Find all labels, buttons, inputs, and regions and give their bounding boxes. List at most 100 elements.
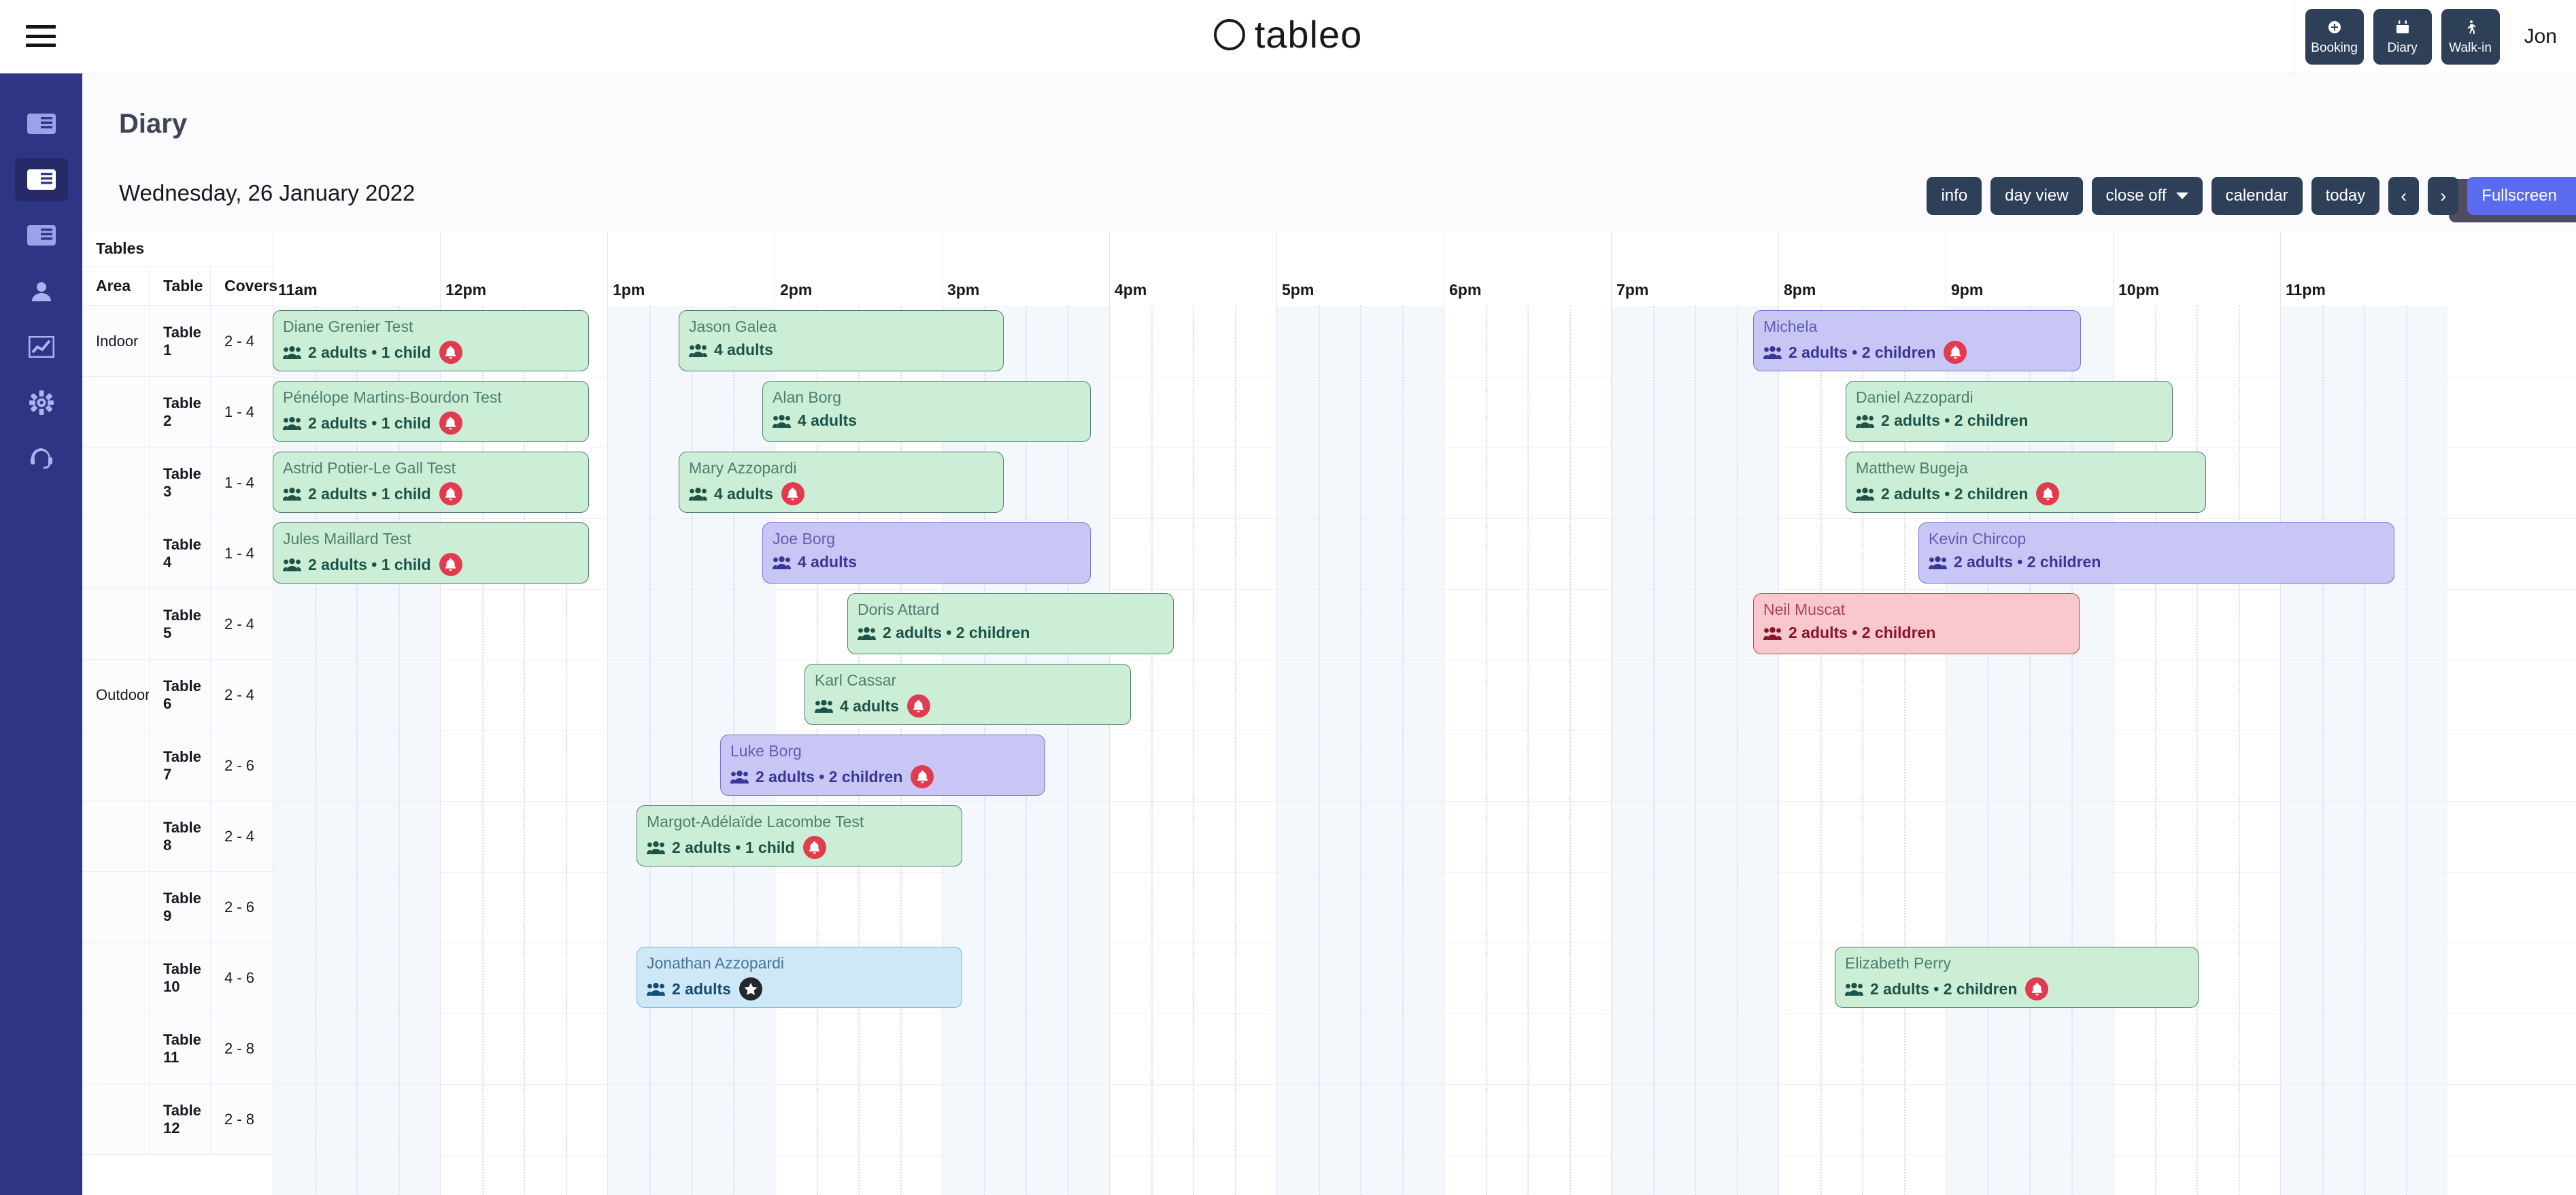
people-icon <box>773 556 791 569</box>
brand-logo: tableo <box>0 12 2576 56</box>
booking-card[interactable]: Astrid Potier-Le Gall Test 2 adults • 1 c… <box>273 452 589 513</box>
people-icon <box>815 699 833 713</box>
schedule-canvas[interactable]: Diane Grenier Test 2 adults • 1 child Jaso… <box>273 306 2576 1195</box>
info-button[interactable]: info <box>1927 177 1982 215</box>
booking-card[interactable]: Michela 2 adults • 2 children <box>1753 310 2081 371</box>
cell-covers: 2 - 6 <box>210 730 273 801</box>
table-row: Table 82 - 4 <box>82 801 273 872</box>
day-view-button[interactable]: day view <box>1990 177 2083 215</box>
walkin-button[interactable]: Walk-in <box>2441 9 2500 65</box>
booking-card[interactable]: Jules Maillard Test 2 adults • 1 child <box>273 522 589 584</box>
people-icon <box>1856 414 1874 428</box>
sidebar-item-bookings-list[interactable] <box>15 102 68 146</box>
top-bar-actions: Booking Diary Walk-in Jon <box>2294 0 2576 73</box>
quarter-hour-gridline <box>2322 306 2324 1195</box>
booking-card[interactable]: Diane Grenier Test 2 adults • 1 child <box>273 310 589 371</box>
booking-card[interactable]: Jonathan Azzopardi 2 adults <box>637 947 962 1008</box>
booking-card[interactable]: Matthew Bugeja 2 adults • 2 children <box>1846 452 2206 513</box>
quarter-hour-gridline <box>1653 306 1655 1195</box>
booking-party-size: 2 adults <box>672 979 731 998</box>
booking-guest-name: Karl Cassar <box>815 671 897 689</box>
quarter-hour-gridline <box>1151 306 1153 1195</box>
booking-card[interactable]: Neil Muscat 2 adults • 2 children <box>1753 593 2080 654</box>
bell-icon[interactable] <box>781 482 804 505</box>
today-button[interactable]: today <box>2311 177 2380 215</box>
people-icon <box>730 770 749 784</box>
hamburger-icon[interactable] <box>26 22 56 50</box>
time-header-cell: 2pm <box>775 231 942 306</box>
people-icon <box>773 414 791 428</box>
bell-icon[interactable] <box>906 694 930 718</box>
cell-table: Table 12 <box>149 1084 210 1154</box>
bell-icon[interactable] <box>439 341 462 364</box>
cell-covers: 2 - 4 <box>210 589 273 659</box>
sidebar-item-reports[interactable] <box>15 325 68 369</box>
close-off-dropdown[interactable]: close off <box>2091 177 2203 215</box>
table-row: Table 31 - 4 <box>82 448 273 518</box>
booking-party-size: 2 adults • 2 children <box>883 624 1030 641</box>
row-gridline <box>273 589 2576 590</box>
booking-card[interactable]: Elizabeth Perry 2 adults • 2 children <box>1835 947 2199 1008</box>
sidebar-item-diary[interactable] <box>14 158 68 201</box>
booking-card[interactable]: Joe Borg 4 adults <box>762 522 1091 584</box>
next-day-button[interactable]: › <box>2428 177 2459 215</box>
headset-icon <box>29 447 54 470</box>
bell-icon[interactable] <box>439 482 462 505</box>
people-icon <box>283 558 301 571</box>
booking-card[interactable]: Jason Galea 4 adults <box>679 310 1004 371</box>
booking-card[interactable]: Mary Azzopardi 4 adults <box>679 452 1004 513</box>
booking-button[interactable]: Booking <box>2305 9 2364 65</box>
table-row: Outdoor Table 62 - 4 <box>82 660 273 730</box>
row-gridline <box>273 801 2576 802</box>
diary-button[interactable]: Diary <box>2373 9 2432 65</box>
people-icon <box>283 487 301 501</box>
sidebar-item-support[interactable] <box>15 437 68 480</box>
divider <box>2294 0 2295 73</box>
booking-party-row: 2 adults • 2 children <box>858 624 1173 642</box>
quarter-hour-gridline <box>1695 306 1696 1195</box>
booking-card[interactable]: Luke Borg 2 adults • 2 children <box>720 735 1045 796</box>
booking-card[interactable]: Karl Cassar 4 adults <box>804 664 1131 725</box>
bell-icon[interactable] <box>911 765 934 788</box>
booking-guest-name: Jules Maillard Test <box>283 530 411 548</box>
row-gridline <box>273 1013 2576 1014</box>
selected-date: Wednesday, 26 January 2022 <box>119 180 416 205</box>
booking-card[interactable]: Doris Attard 2 adults • 2 children <box>847 593 1174 654</box>
booking-guest-name: Luke Borg <box>730 742 802 760</box>
booking-party-row: 2 adults • 2 children <box>1856 482 2205 505</box>
bell-icon[interactable] <box>2036 482 2060 505</box>
person-icon <box>29 280 54 303</box>
cell-covers: 1 - 4 <box>210 518 273 588</box>
booking-card[interactable]: Pénélope Martins-Bourdon Test 2 adults • … <box>273 381 589 442</box>
sidebar-item-tables[interactable] <box>15 214 68 257</box>
calendar-button[interactable]: calendar <box>2211 177 2303 215</box>
booking-party-row: 2 adults • 1 child <box>283 341 588 364</box>
bell-icon[interactable] <box>1944 341 1967 364</box>
fullscreen-button[interactable]: Fullscreen <box>2467 177 2576 215</box>
user-name[interactable]: Jon <box>2524 25 2557 48</box>
booking-card[interactable]: Daniel Azzopardi 2 adults • 2 children <box>1846 381 2173 442</box>
booking-card[interactable]: Kevin Chircop 2 adults • 2 children <box>1918 522 2394 584</box>
hour-gridline <box>2280 306 2281 1195</box>
bell-icon[interactable] <box>439 553 462 576</box>
hour-gridline <box>1109 306 1110 1195</box>
booking-party-row: 2 adults • 1 child <box>283 411 588 435</box>
booking-party-row: 2 adults • 1 child <box>647 836 962 859</box>
sidebar-item-settings[interactable] <box>15 381 68 424</box>
time-header-cell: 12pm <box>440 231 607 306</box>
diary-button-label: Diary <box>2387 41 2418 55</box>
prev-day-button[interactable]: ‹ <box>2388 177 2420 215</box>
booking-party-size: 2 adults • 2 children <box>1954 553 2101 571</box>
bell-icon[interactable] <box>439 411 462 435</box>
bell-icon[interactable] <box>802 836 826 859</box>
booking-card[interactable]: Margot-Adélaïde Lacombe Test 2 adults • 1… <box>637 805 962 866</box>
plus-circle-icon <box>2326 19 2343 38</box>
bell-icon[interactable] <box>2025 977 2049 1000</box>
booking-party-size: 2 adults • 1 child <box>308 484 431 503</box>
booking-card[interactable]: Alan Borg 4 adults <box>762 381 1091 442</box>
star-icon[interactable] <box>739 977 762 1000</box>
booking-party-size: 2 adults • 1 child <box>672 838 795 856</box>
sidebar-item-customers[interactable] <box>15 269 68 313</box>
close-off-label: close off <box>2105 186 2167 205</box>
top-bar: tableo Booking Diary Walk-in Jon <box>0 0 2576 73</box>
